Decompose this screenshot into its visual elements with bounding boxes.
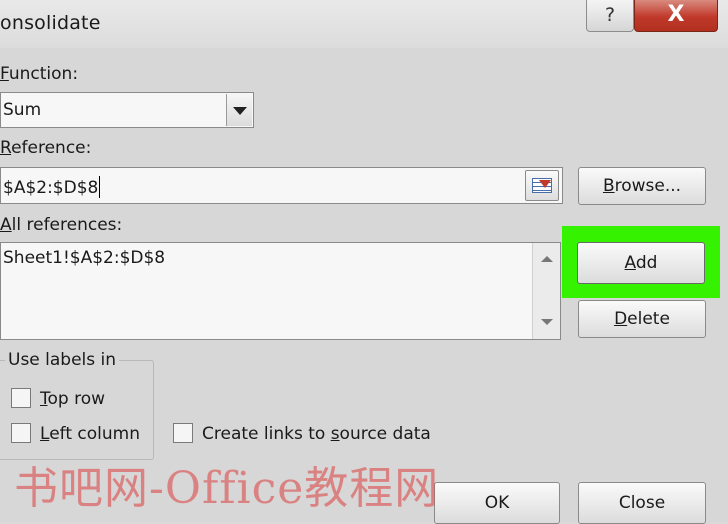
left-column-checkbox[interactable] xyxy=(11,423,31,443)
arrow-icon xyxy=(539,180,551,188)
close-button[interactable]: Close xyxy=(578,482,706,524)
browse-button[interactable]: Browse... xyxy=(578,167,706,205)
chevron-down-icon[interactable] xyxy=(226,94,252,126)
all-references-label: All references: xyxy=(0,215,123,235)
help-icon: ? xyxy=(604,4,616,26)
left-column-label[interactable]: Left column xyxy=(40,424,140,444)
function-value: Sum xyxy=(3,100,42,120)
reference-input[interactable]: $A$2:$D$8 xyxy=(0,167,563,204)
watermark: 书吧网-Office教程网 xyxy=(14,463,440,514)
help-button[interactable]: ? xyxy=(586,0,634,32)
reference-label: Reference: xyxy=(0,138,92,158)
title-bar: onsolidate ? X xyxy=(0,0,728,48)
close-icon: X xyxy=(667,2,685,27)
ok-button[interactable]: OK xyxy=(434,482,560,524)
list-scrollbar[interactable] xyxy=(532,243,560,339)
all-references-list[interactable]: Sheet1!$A$2:$D$8 xyxy=(0,242,561,340)
create-links-checkbox[interactable] xyxy=(173,423,193,443)
create-links-label[interactable]: Create links to source data xyxy=(202,424,431,444)
scroll-up-icon[interactable] xyxy=(541,256,553,262)
text-caret xyxy=(99,176,101,198)
top-row-checkbox[interactable] xyxy=(11,388,31,408)
window-close-button[interactable]: X xyxy=(634,0,718,32)
function-dropdown[interactable]: Sum xyxy=(0,92,254,128)
top-row-label[interactable]: Top row xyxy=(40,389,105,409)
collapse-dialog-button[interactable] xyxy=(525,170,559,201)
reference-value: $A$2:$D$8 xyxy=(3,176,101,198)
use-labels-legend: Use labels in xyxy=(5,350,120,370)
dialog-title: onsolidate xyxy=(0,12,101,34)
function-label: Function: xyxy=(0,64,79,84)
list-item[interactable]: Sheet1!$A$2:$D$8 xyxy=(3,248,165,268)
use-labels-group xyxy=(0,360,154,460)
delete-button[interactable]: Delete xyxy=(578,300,706,338)
add-button[interactable]: Add xyxy=(577,242,705,284)
scroll-down-icon[interactable] xyxy=(541,319,553,325)
